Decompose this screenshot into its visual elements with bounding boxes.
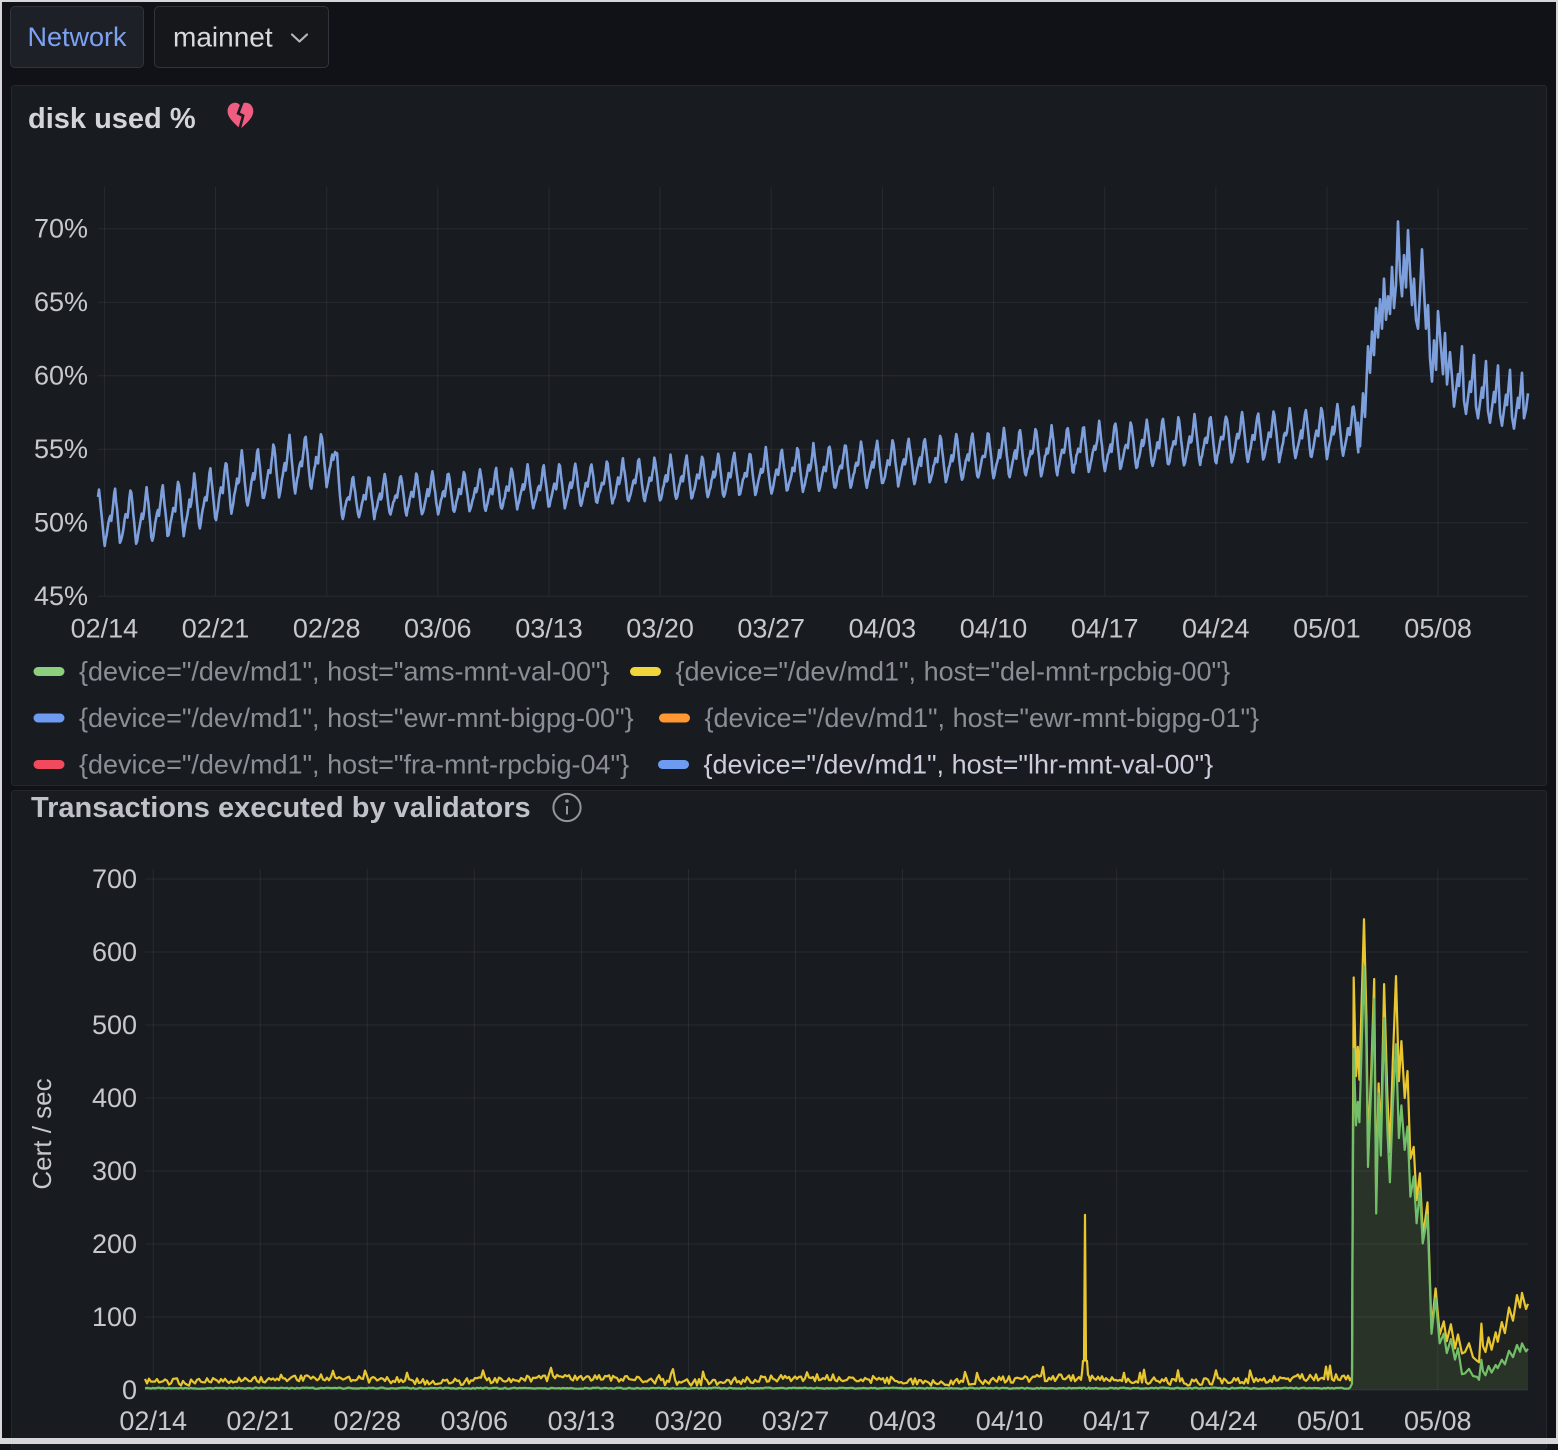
svg-text:04/10: 04/10 xyxy=(960,614,1028,644)
svg-text:03/20: 03/20 xyxy=(655,1406,723,1436)
svg-text:400: 400 xyxy=(92,1083,137,1113)
svg-text:{device="/dev/md1", host="ewr-: {device="/dev/md1", host="ewr-mnt-bigpg-… xyxy=(79,703,634,733)
svg-text:mainnet: mainnet xyxy=(173,22,273,53)
svg-text:02/28: 02/28 xyxy=(334,1406,402,1436)
svg-text:02/14: 02/14 xyxy=(71,614,139,644)
svg-text:Network: Network xyxy=(27,22,127,52)
svg-text:Transactions executed by valid: Transactions executed by validators xyxy=(31,792,531,824)
svg-text:05/01: 05/01 xyxy=(1293,614,1361,644)
svg-text:02/14: 02/14 xyxy=(119,1406,187,1436)
svg-text:65%: 65% xyxy=(34,287,88,317)
svg-text:60%: 60% xyxy=(34,361,88,391)
svg-text:200: 200 xyxy=(92,1229,137,1259)
svg-text:03/27: 03/27 xyxy=(762,1406,830,1436)
svg-text:02/21: 02/21 xyxy=(182,614,250,644)
svg-text:02/21: 02/21 xyxy=(226,1406,294,1436)
svg-text:0: 0 xyxy=(122,1375,137,1405)
svg-text:55%: 55% xyxy=(34,434,88,464)
svg-text:Cert / sec: Cert / sec xyxy=(27,1078,57,1189)
svg-text:50%: 50% xyxy=(34,508,88,538)
svg-text:04/03: 04/03 xyxy=(849,614,917,644)
svg-text:70%: 70% xyxy=(34,214,88,244)
svg-text:04/24: 04/24 xyxy=(1190,1406,1258,1436)
svg-text:03/06: 03/06 xyxy=(441,1406,509,1436)
svg-text:500: 500 xyxy=(92,1010,137,1040)
svg-text:05/01: 05/01 xyxy=(1297,1406,1365,1436)
svg-text:03/27: 03/27 xyxy=(737,614,805,644)
svg-text:700: 700 xyxy=(92,864,137,894)
svg-text:02/28: 02/28 xyxy=(293,614,361,644)
svg-text:04/17: 04/17 xyxy=(1083,1406,1151,1436)
svg-text:300: 300 xyxy=(92,1156,137,1186)
svg-text:03/06: 03/06 xyxy=(404,614,472,644)
svg-text:45%: 45% xyxy=(34,581,88,611)
svg-text:{device="/dev/md1", host="del-: {device="/dev/md1", host="del-mnt-rpcbig… xyxy=(676,657,1231,687)
svg-text:03/20: 03/20 xyxy=(626,614,694,644)
svg-text:{device="/dev/md1", host="ewr-: {device="/dev/md1", host="ewr-mnt-bigpg-… xyxy=(705,703,1260,733)
svg-text:disk used %: disk used % xyxy=(28,103,196,135)
svg-text:05/08: 05/08 xyxy=(1404,1406,1472,1436)
svg-text:{device="/dev/md1", host="ams-: {device="/dev/md1", host="ams-mnt-val-00… xyxy=(79,657,610,687)
svg-text:04/17: 04/17 xyxy=(1071,614,1139,644)
svg-text:{device="/dev/md1", host="lhr-: {device="/dev/md1", host="lhr-mnt-val-00… xyxy=(704,750,1214,780)
svg-text:04/10: 04/10 xyxy=(976,1406,1044,1436)
svg-text:05/08: 05/08 xyxy=(1404,614,1472,644)
svg-text:{device="/dev/md1", host="fra-: {device="/dev/md1", host="fra-mnt-rpcbig… xyxy=(79,750,629,780)
svg-text:600: 600 xyxy=(92,937,137,967)
svg-text:100: 100 xyxy=(92,1302,137,1332)
svg-text:03/13: 03/13 xyxy=(548,1406,616,1436)
svg-text:04/24: 04/24 xyxy=(1182,614,1250,644)
svg-text:03/13: 03/13 xyxy=(515,614,583,644)
svg-text:04/03: 04/03 xyxy=(869,1406,937,1436)
